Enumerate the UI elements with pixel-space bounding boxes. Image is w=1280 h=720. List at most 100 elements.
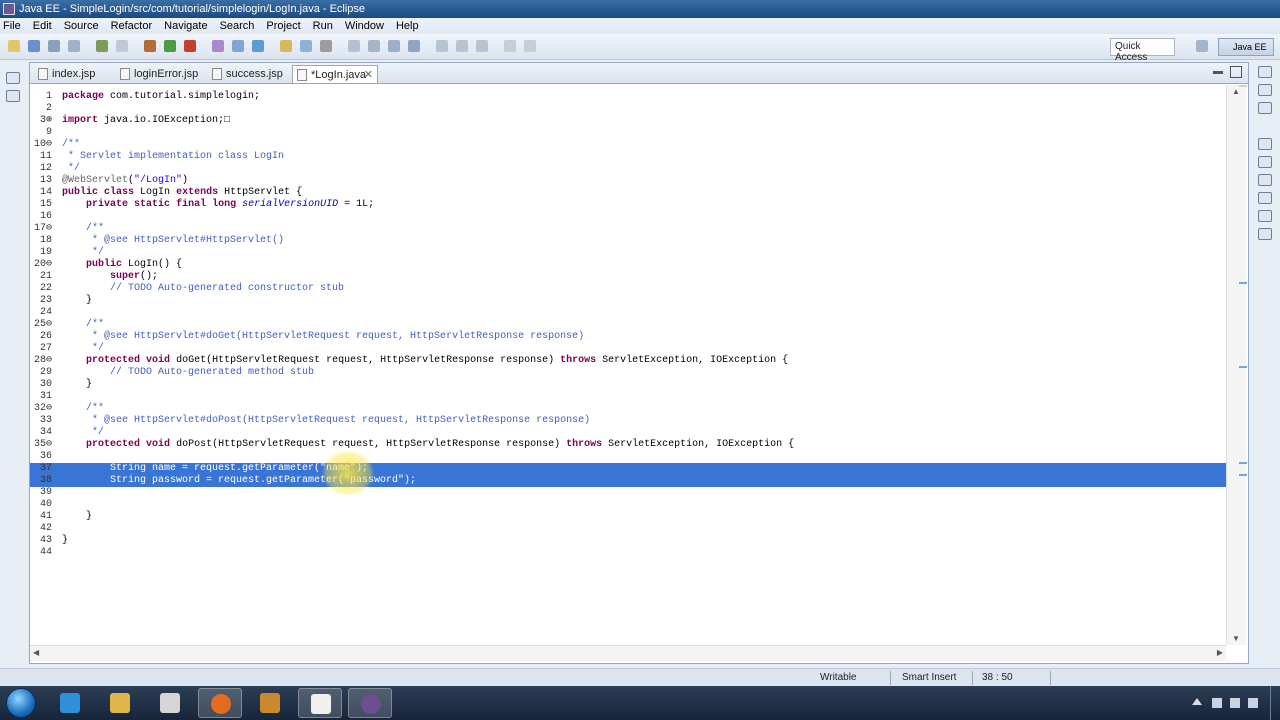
volume-icon[interactable] xyxy=(1248,698,1258,708)
horizontal-scrollbar[interactable]: ◀ ▶ xyxy=(30,645,1226,661)
restore-view-icon[interactable] xyxy=(1258,66,1272,78)
menu-source[interactable]: Source xyxy=(64,20,99,32)
taskbar-ie[interactable] xyxy=(48,688,92,718)
search-icon[interactable] xyxy=(320,40,332,52)
restore-view-icon[interactable] xyxy=(1258,138,1272,150)
perspective-javaee-button[interactable]: Java EE xyxy=(1218,38,1274,56)
markers-view-icon[interactable] xyxy=(1258,156,1272,168)
code-text[interactable]: // TODO Auto-generated constructor stub xyxy=(62,283,344,295)
external-tools-icon[interactable] xyxy=(184,40,196,52)
code-text[interactable]: * @see HttpServlet#doPost(HttpServletReq… xyxy=(62,415,590,427)
code-text[interactable]: /** xyxy=(62,223,104,235)
code-text[interactable]: */ xyxy=(62,427,104,439)
overview-marker[interactable] xyxy=(1239,462,1247,464)
toggle-breadcrumb-icon[interactable] xyxy=(348,40,360,52)
taskbar-firefox[interactable] xyxy=(198,688,242,718)
run-icon[interactable] xyxy=(164,40,176,52)
open-task-icon[interactable] xyxy=(300,40,312,52)
scroll-left-icon[interactable]: ◀ xyxy=(33,648,39,657)
code-line[interactable]: 29 // TODO Auto-generated method stub xyxy=(30,367,1226,379)
show-desktop-button[interactable] xyxy=(1270,686,1280,720)
code-text[interactable]: */ xyxy=(62,163,80,175)
previous-annotation-icon[interactable] xyxy=(456,40,468,52)
properties-view-icon[interactable] xyxy=(1258,174,1272,186)
menu-file[interactable]: File xyxy=(3,20,21,32)
code-line[interactable]: 32⊖ /** xyxy=(30,403,1226,415)
snippets-view-icon[interactable] xyxy=(1258,228,1272,240)
taskbar-media[interactable] xyxy=(148,688,192,718)
overview-marker[interactable] xyxy=(1239,282,1247,284)
save-icon[interactable] xyxy=(28,40,40,52)
code-text[interactable]: public LogIn() { xyxy=(62,259,182,271)
code-text[interactable]: private static final long serialVersionU… xyxy=(62,199,374,211)
code-line[interactable]: 13 @WebServlet("/LogIn") xyxy=(30,175,1226,187)
code-line[interactable]: 1 package com.tutorial.simplelogin; xyxy=(30,91,1226,103)
code-line[interactable]: 15 private static final long serialVersi… xyxy=(30,199,1226,211)
taskbar-notepad[interactable] xyxy=(298,688,342,718)
tab-index-jsp[interactable]: index.jsp xyxy=(34,65,116,83)
maximize-icon[interactable] xyxy=(1230,66,1242,78)
toolbar-button-icon[interactable] xyxy=(116,40,128,52)
code-line[interactable]: 18 * @see HttpServlet#HttpServlet() xyxy=(30,235,1226,247)
code-line[interactable]: 38 String password = request.getParamete… xyxy=(30,475,1226,487)
code-text[interactable]: protected void doPost(HttpServletRequest… xyxy=(62,439,794,451)
code-line[interactable]: 44 xyxy=(30,547,1226,559)
code-line[interactable]: 22 // TODO Auto-generated constructor st… xyxy=(30,283,1226,295)
code-line[interactable]: 36 xyxy=(30,451,1226,463)
tab-success-jsp[interactable]: success.jsp xyxy=(208,65,292,83)
last-edit-location-icon[interactable] xyxy=(476,40,488,52)
code-line[interactable]: 26 * @see HttpServlet#doGet(HttpServletR… xyxy=(30,331,1226,343)
code-line[interactable]: 20⊖ public LogIn() { xyxy=(30,259,1226,271)
close-icon[interactable]: ✕ xyxy=(364,68,373,81)
menu-edit[interactable]: Edit xyxy=(33,20,52,32)
code-text[interactable]: package com.tutorial.simplelogin; xyxy=(62,91,260,103)
scroll-right-icon[interactable]: ▶ xyxy=(1217,648,1223,657)
tab-login-java[interactable]: *LogIn.java ✕ xyxy=(292,65,378,83)
code-line[interactable]: 3⊕ import java.io.IOException;□ xyxy=(30,115,1226,127)
code-line[interactable]: 24 xyxy=(30,307,1226,319)
code-line[interactable]: 27 */ xyxy=(30,343,1226,355)
code-line[interactable]: 9 xyxy=(30,127,1226,139)
open-perspective-icon[interactable] xyxy=(1196,40,1208,52)
code-text[interactable]: */ xyxy=(62,247,104,259)
menu-run[interactable]: Run xyxy=(313,20,333,32)
code-line[interactable]: 25⊖ /** xyxy=(30,319,1226,331)
code-text[interactable]: String name = request.getParameter("name… xyxy=(62,463,368,475)
code-line[interactable]: 14 public class LogIn extends HttpServlet… xyxy=(30,187,1226,199)
minimize-icon[interactable]: ▬ xyxy=(1213,66,1225,78)
new-package-icon[interactable] xyxy=(232,40,244,52)
code-text[interactable]: String password = request.getParameter("… xyxy=(62,475,416,487)
code-line[interactable]: 17⊖ /** xyxy=(30,223,1226,235)
code-text[interactable]: * @see HttpServlet#HttpServlet() xyxy=(62,235,284,247)
menu-refactor[interactable]: Refactor xyxy=(111,20,153,32)
code-text[interactable]: /** xyxy=(62,403,104,415)
code-line[interactable]: 23 } xyxy=(30,295,1226,307)
code-text[interactable]: public class LogIn extends HttpServlet { xyxy=(62,187,302,199)
code-line[interactable]: 34 */ xyxy=(30,427,1226,439)
server-icon[interactable] xyxy=(96,40,108,52)
new-icon[interactable] xyxy=(8,40,20,52)
code-text[interactable]: import java.io.IOException;□ xyxy=(62,115,230,127)
code-line[interactable]: 21 super(); xyxy=(30,271,1226,283)
code-text[interactable]: // TODO Auto-generated method stub xyxy=(62,367,314,379)
quick-access-field[interactable]: Quick Access xyxy=(1110,38,1175,63)
menu-search[interactable]: Search xyxy=(220,20,255,32)
code-line[interactable]: 41 } xyxy=(30,511,1226,523)
menu-project[interactable]: Project xyxy=(266,20,300,32)
debug-icon[interactable] xyxy=(144,40,156,52)
code-line[interactable]: 12 */ xyxy=(30,163,1226,175)
show-hidden-icons-icon[interactable] xyxy=(1192,698,1202,705)
code-text[interactable]: * Servlet implementation class LogIn xyxy=(62,151,284,163)
code-text[interactable]: super(); xyxy=(62,271,158,283)
code-line[interactable]: 39 xyxy=(30,487,1226,499)
back-icon[interactable] xyxy=(504,40,516,52)
block-selection-icon[interactable] xyxy=(408,40,420,52)
code-line[interactable]: 35⊖ protected void doPost(HttpServletReq… xyxy=(30,439,1226,451)
window-titlebar[interactable]: Java EE - SimpleLogin/src/com/tutorial/s… xyxy=(0,0,1280,18)
code-text-area[interactable]: 1 package com.tutorial.simplelogin; 2 3⊕ imp… xyxy=(30,85,1226,643)
code-text[interactable]: } xyxy=(62,535,68,547)
code-line[interactable]: 19 */ xyxy=(30,247,1226,259)
forward-icon[interactable] xyxy=(524,40,536,52)
menu-navigate[interactable]: Navigate xyxy=(164,20,207,32)
taskbar-eclipse[interactable] xyxy=(348,688,392,718)
